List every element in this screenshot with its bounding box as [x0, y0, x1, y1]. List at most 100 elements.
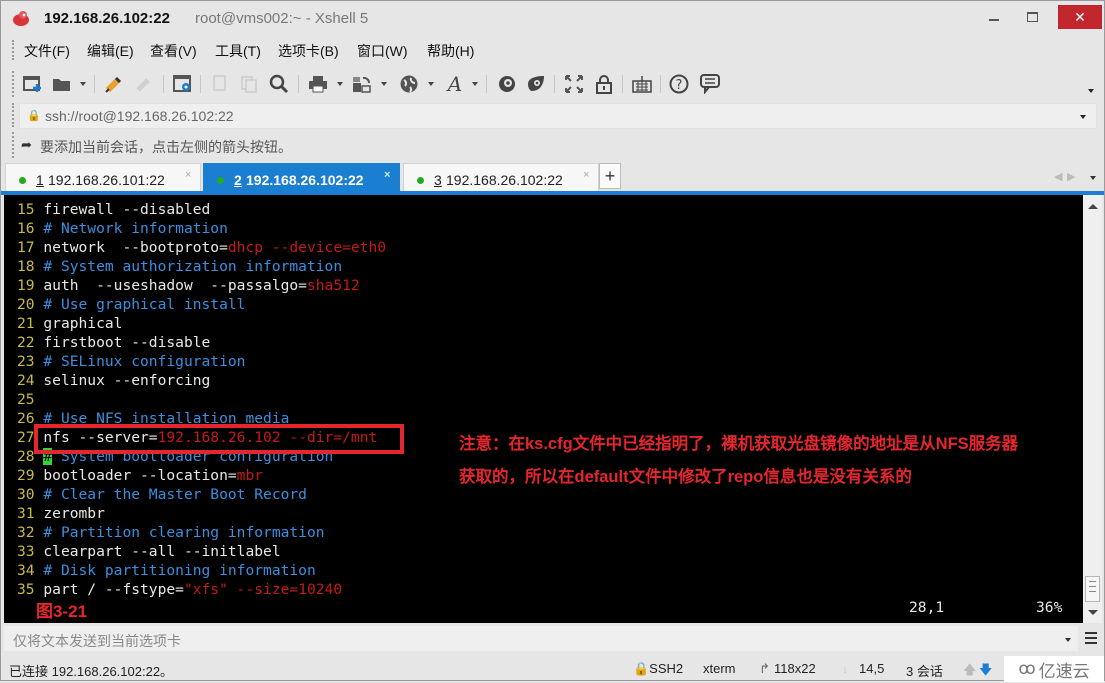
terminal-view[interactable]: 15 firewall --disabled 16 # Network infor… [4, 195, 1083, 623]
find-button[interactable] [268, 73, 290, 95]
terminal-scrollbar[interactable] [1083, 195, 1102, 623]
terminal-line: 19 auth --useshadow --passalgo=sha512 [17, 276, 360, 295]
terminal-line: 34 # Disk partitioning information [17, 561, 316, 580]
terminal-line: 21 graphical [17, 314, 122, 333]
hintbar-grip[interactable] [12, 132, 14, 158]
figure-label: 图3-21 [36, 602, 88, 621]
line-number: 33 [17, 543, 35, 560]
annotation-highlight-box [34, 424, 404, 454]
new-tab-button[interactable]: + [599, 163, 621, 189]
addressbar-grip[interactable] [12, 103, 14, 127]
paste-button[interactable] [238, 73, 260, 95]
terminal-line: 15 firewall --disabled [17, 200, 210, 219]
new-session-button[interactable] [22, 73, 44, 95]
address-input[interactable]: 🔒 ssh://root@192.168.26.102:22 [19, 103, 1097, 129]
open-button[interactable] [51, 73, 73, 95]
chat-button[interactable] [699, 73, 721, 95]
brand-logo-icon: ꝏ [1018, 659, 1036, 678]
new-session-icon [23, 76, 41, 92]
tab-scroll-left-icon[interactable]: ◀ [1054, 170, 1062, 183]
font-button[interactable]: A [444, 72, 466, 96]
scroll-down-arrow-icon[interactable] [1088, 610, 1098, 615]
help-button[interactable]: ? [668, 73, 690, 95]
keyboard-button[interactable] [631, 73, 653, 95]
tab-session-3[interactable]: 3 192.168.26.102:22 × [403, 163, 599, 193]
line-number: 19 [17, 277, 35, 294]
menu-view[interactable]: 查看(V) [150, 41, 197, 61]
transfer-dropdown[interactable] [381, 82, 387, 86]
toolbar-separator [622, 75, 623, 93]
connected-status-dot [417, 177, 424, 184]
close-button[interactable]: ✕ [1058, 5, 1102, 29]
copy-button[interactable] [208, 73, 230, 95]
value-text: dhcp --device=eth0 [227, 239, 387, 256]
line-number: 17 [17, 239, 35, 256]
brand-name: 亿速云 [1038, 661, 1090, 681]
tab-number: 3 [434, 172, 442, 188]
compose-dropdown-button[interactable] [1065, 638, 1071, 642]
add-session-arrow-icon[interactable]: ➦ [21, 137, 32, 153]
xftp-button[interactable] [496, 73, 518, 95]
line-number: 20 [17, 296, 35, 313]
tab-close-icon[interactable]: × [185, 169, 191, 181]
terminal-line: 25 [17, 390, 43, 409]
menu-help[interactable]: 帮助(H) [427, 41, 474, 61]
menu-window[interactable]: 窗口(W) [357, 41, 408, 61]
comment-text: # Partition clearing information [43, 524, 325, 541]
menubar-grip[interactable] [12, 40, 14, 60]
xmanager-button[interactable] [525, 73, 547, 95]
brand-watermark: ꝏ 亿速云 [1004, 656, 1104, 682]
scrollbar-thumb[interactable] [1085, 576, 1100, 602]
connect-button[interactable] [103, 73, 125, 95]
terminal-line: 17 network --bootproto=dhcp --device=eth… [17, 238, 386, 257]
transfer-button[interactable] [351, 73, 373, 95]
properties-button[interactable] [172, 73, 194, 95]
tab-close-icon[interactable]: × [583, 169, 589, 181]
font-dropdown[interactable] [472, 82, 478, 86]
compose-menu-icon[interactable] [1085, 632, 1097, 647]
terminal-line: 22 firstboot --disable [17, 333, 210, 352]
menu-tabs[interactable]: 选项卡(B) [278, 41, 339, 61]
fullscreen-button[interactable] [563, 73, 585, 95]
value-text: "xfs" --size=10240 [183, 581, 343, 598]
line-number: 15 [17, 201, 35, 218]
lock-button[interactable] [593, 73, 615, 95]
protocol-status: 🔒SSH2 [633, 661, 684, 676]
scroll-up-arrow-icon[interactable] [1088, 204, 1098, 209]
tab-list-dropdown[interactable] [1090, 176, 1096, 180]
print-dropdown[interactable] [337, 82, 343, 86]
globe-button[interactable] [398, 73, 420, 95]
toolbar-separator [554, 75, 555, 93]
terminal-line: 16 # Network information [17, 219, 228, 238]
toolbar-grip[interactable] [12, 71, 14, 97]
cursor-position: 14,5 [859, 661, 885, 676]
tab-label: 192.168.26.101:22 [48, 172, 165, 188]
maximize-button[interactable] [1011, 5, 1053, 29]
title-bar[interactable]: 192.168.26.102:22 root@vms002:~ - Xshell… [1, 1, 1104, 35]
tab-session-2[interactable]: 2 192.168.26.102:22 × [203, 163, 400, 193]
toolbar-overflow-button[interactable] [1088, 89, 1094, 93]
address-dropdown-button[interactable] [1080, 115, 1086, 119]
compose-input[interactable]: 仅将文本发送到当前选项卡 [4, 626, 1078, 651]
properties-icon [173, 75, 191, 92]
print-icon [309, 76, 327, 93]
line-number: 21 [17, 315, 35, 332]
line-number: 30 [17, 486, 35, 503]
menu-file[interactable]: 文件(F) [24, 41, 70, 61]
open-dropdown[interactable] [80, 82, 86, 86]
toolbar-separator [486, 75, 487, 93]
xshell-logo-icon [13, 11, 29, 26]
tab-session-1[interactable]: 1 192.168.26.101:22 × [5, 163, 201, 193]
disconnect-button[interactable] [133, 73, 155, 95]
minimize-button[interactable] [973, 5, 1015, 29]
print-button[interactable] [307, 73, 329, 95]
globe-dropdown[interactable] [428, 82, 434, 86]
menu-tools[interactable]: 工具(T) [215, 41, 261, 61]
tab-scroll-right-icon[interactable]: ▶ [1067, 170, 1075, 183]
line-number: 24 [17, 372, 35, 389]
status-bar: 已连接 192.168.26.102:22。 🔒SSH2 xterm ↱ 118… [1, 656, 1104, 682]
tab-close-icon[interactable]: × [384, 169, 390, 181]
find-icon [269, 74, 289, 94]
help-icon: ? [669, 74, 689, 94]
menu-edit[interactable]: 编辑(E) [87, 41, 134, 61]
